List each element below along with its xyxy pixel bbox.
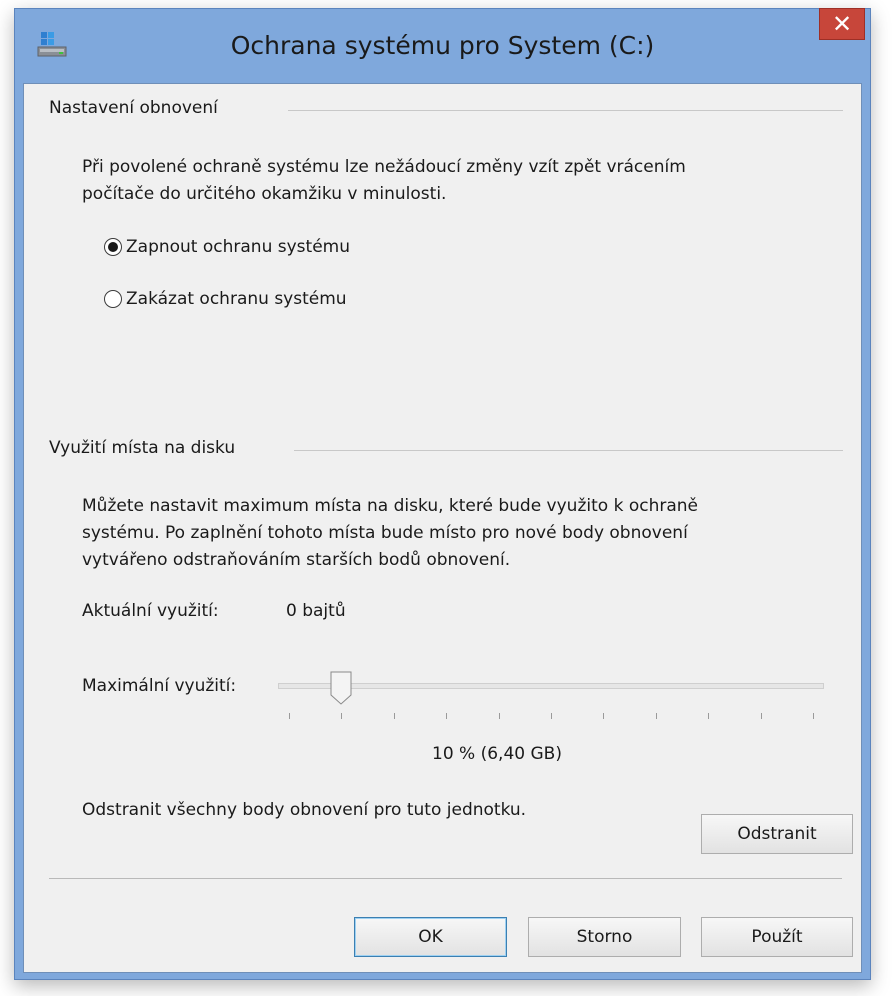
restore-settings-group: Nastavení obnovení (49, 98, 218, 118)
radio-button-checked[interactable] (104, 238, 122, 256)
radio-disable-protection[interactable]: Zakázat ochranu systému (104, 289, 347, 309)
delete-button[interactable]: Odstranit (701, 814, 853, 854)
restore-description-line2: počítače do určitého okamžiku v minulost… (82, 184, 447, 204)
footer-separator (49, 878, 842, 879)
restore-settings-header: Nastavení obnovení (49, 98, 218, 118)
window-title: Ochrana systému pro System (C:) (230, 31, 655, 60)
slider-tick (813, 713, 814, 719)
slider-tick (341, 713, 343, 719)
max-usage-label: Maximální využití: (82, 676, 237, 696)
cancel-button[interactable]: Storno (528, 917, 681, 957)
restore-settings-rule (288, 110, 843, 111)
current-usage-value: 0 bajtů (286, 601, 346, 621)
slider-tick (551, 713, 552, 719)
slider-tick (393, 713, 395, 719)
slider-tick (446, 713, 448, 719)
radio-enable-protection[interactable]: Zapnout ochranu systému (104, 237, 350, 257)
disk-description-line3: vytvářeno odstraňováním starších bodů ob… (82, 550, 511, 570)
radio-disable-label: Zakázat ochranu systému (126, 289, 347, 309)
disk-description-line1: Můžete nastavit maximum místa na disku, … (82, 496, 698, 516)
dialog-content: Nastavení obnovení Při povolené ochraně … (23, 83, 862, 973)
max-usage-slider[interactable] (278, 669, 824, 719)
close-button[interactable]: ✕ (819, 8, 865, 40)
disk-usage-group: Využití místa na disku (49, 438, 235, 458)
radio-enable-label: Zapnout ochranu systému (126, 237, 350, 257)
slider-tick (708, 713, 710, 719)
radio-button-unchecked[interactable] (104, 290, 122, 308)
close-icon: ✕ (831, 10, 853, 38)
ok-button[interactable]: OK (354, 917, 507, 957)
restore-description-line1: Při povolené ochraně systému lze nežádou… (82, 157, 686, 177)
slider-tick (655, 713, 657, 719)
apply-button[interactable]: Použít (701, 917, 853, 957)
slider-tick (289, 713, 290, 719)
delete-points-text: Odstranit všechny body obnovení pro tuto… (82, 800, 527, 820)
dialog-window: Ochrana systému pro System (C:) ✕ Nastav… (14, 8, 871, 980)
slider-thumb[interactable] (330, 671, 352, 705)
max-usage-value: 10 % (6,40 GB) (432, 744, 562, 764)
slider-tick (760, 713, 762, 719)
disk-description-line2: systému. Po zaplnění tohoto místa bude m… (82, 523, 688, 543)
slider-track[interactable] (278, 683, 824, 689)
current-usage-label: Aktuální využití: (82, 601, 219, 621)
slider-tick (498, 713, 500, 719)
system-protection-icon (37, 32, 67, 57)
title-bar[interactable]: Ochrana systému pro System (C:) ✕ (15, 8, 870, 83)
disk-usage-rule (294, 450, 843, 451)
disk-usage-header: Využití místa na disku (49, 438, 236, 458)
slider-tick (603, 713, 605, 719)
